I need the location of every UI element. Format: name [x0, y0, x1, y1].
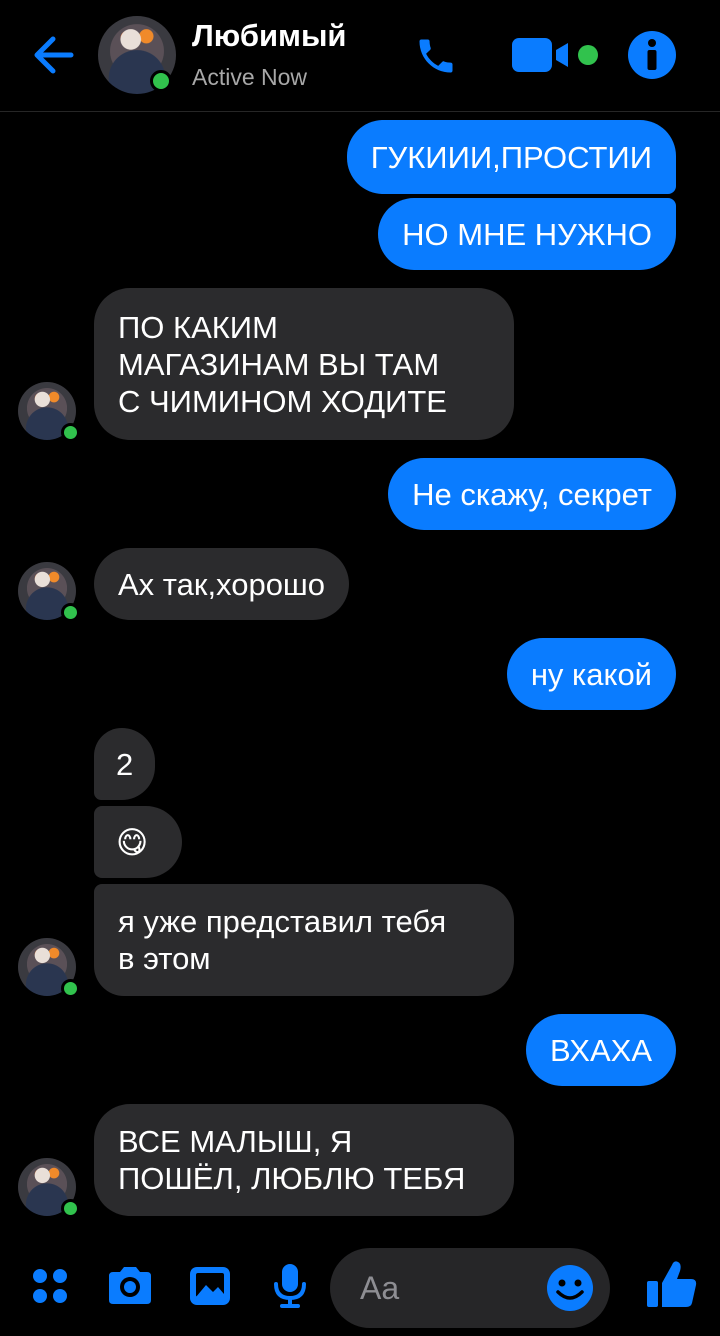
composer-bar: Aa: [0, 1236, 720, 1336]
gallery-button[interactable]: [182, 1258, 238, 1314]
info-icon: [628, 31, 676, 79]
emoji-icon[interactable]: [546, 1264, 594, 1312]
message-outgoing[interactable]: ну какой: [506, 638, 676, 710]
like-icon: [647, 1261, 697, 1307]
camera-icon: [109, 1267, 151, 1304]
online-indicator: [61, 1199, 80, 1218]
message-input-placeholder: Aa: [360, 1269, 400, 1306]
apps-icon: [33, 1269, 67, 1303]
message-incoming[interactable]: ВСЕ МАЛЫШ, Я ПОШЁЛ, ЛЮБЛЮ ТЕБЯ: [94, 1104, 514, 1216]
message-incoming[interactable]: я уже представил тебя в этом: [94, 884, 514, 996]
message-incoming[interactable]: ПО КАКИМ МАГАЗИНАМ ВЫ ТАМ С ЧИМИНОМ ХОДИ…: [94, 288, 514, 440]
video-call-button[interactable]: [508, 34, 600, 76]
call-button[interactable]: [408, 30, 464, 82]
online-indicator: [61, 423, 80, 442]
voice-button[interactable]: [262, 1258, 318, 1314]
chat-header: Любимый Active Now: [0, 0, 720, 112]
sender-avatar: [18, 1158, 80, 1218]
message-incoming[interactable]: Ах так,хорошо: [94, 548, 350, 620]
apps-button[interactable]: [22, 1258, 78, 1314]
sender-avatar: [18, 562, 80, 622]
back-arrow-icon: [34, 36, 74, 74]
back-button[interactable]: [28, 28, 78, 82]
contact-name[interactable]: Любимый: [192, 18, 347, 54]
message-outgoing[interactable]: ВХАХА: [525, 1014, 676, 1086]
message-thread[interactable]: ГУКИИИ,ПРОСТИИ НО МНЕ НУЖНО ПО КАКИМ МАГ…: [0, 112, 720, 1230]
info-button[interactable]: [626, 28, 678, 82]
sender-avatar: [18, 938, 80, 998]
like-button[interactable]: [642, 1254, 702, 1314]
message-incoming[interactable]: 😋: [94, 806, 182, 878]
video-icon: [512, 38, 598, 72]
online-indicator: [61, 979, 80, 998]
sender-avatar: [18, 382, 80, 442]
message-incoming[interactable]: 2: [94, 728, 156, 800]
message-outgoing[interactable]: Не скажу, секрет: [388, 458, 676, 530]
online-indicator: [150, 70, 172, 92]
message-outgoing[interactable]: НО МНЕ НУЖНО: [378, 198, 676, 270]
mic-icon: [274, 1264, 306, 1308]
active-status: Active Now: [192, 64, 308, 90]
online-indicator: [61, 603, 80, 622]
gallery-icon: [190, 1267, 230, 1305]
message-outgoing[interactable]: ГУКИИИ,ПРОСТИИ: [346, 120, 676, 194]
phone-icon: [419, 39, 453, 73]
camera-button[interactable]: [102, 1258, 158, 1314]
message-input[interactable]: Aa: [330, 1248, 610, 1328]
